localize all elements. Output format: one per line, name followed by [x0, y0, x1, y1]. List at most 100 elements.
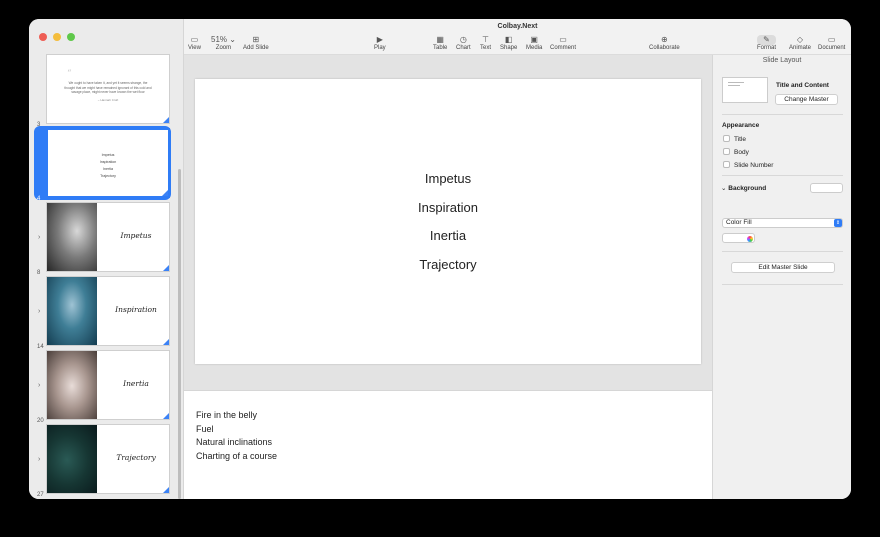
table-label: Table [433, 45, 448, 51]
sketch-image [47, 351, 97, 419]
change-master-button[interactable]: Change Master [775, 94, 838, 105]
slide-thumbnail[interactable]: “ We ought to have taken it, and yet it … [46, 54, 170, 124]
animate-icon: ◇ [796, 35, 804, 44]
thumbnail-script-title: Inspiration [115, 305, 157, 314]
current-slide[interactable]: Impetus Inspiration Inertia Trajectory [195, 79, 701, 364]
zoom-label: Zoom [215, 45, 232, 51]
slide-thumbnail-item[interactable]: “ We ought to have taken it, and yet it … [29, 54, 179, 128]
checkbox-box[interactable] [723, 148, 730, 155]
fill-type-select[interactable]: Color Fill ⇕ [722, 218, 843, 228]
shape-button[interactable]: ◧ Shape [500, 35, 517, 51]
slide-thumbnail[interactable]: Impetus [46, 202, 170, 272]
thumbnail-script-title: Inertia [123, 379, 149, 388]
table-icon: ▦ [436, 35, 444, 44]
document-button[interactable]: ▭ Document [818, 35, 845, 51]
notes-line[interactable]: Charting of a course [196, 450, 277, 464]
toolbar: Colbay.Next ▭ View 51% ⌄ Zoom ⊞ Add Slide ▶… [184, 19, 851, 55]
slide-line[interactable]: Inertia [195, 228, 701, 257]
quote-mark-icon: “ [67, 69, 72, 79]
view-button[interactable]: ▭ View [188, 35, 201, 51]
slide-thumbnail[interactable]: Inspiration [46, 276, 170, 346]
disclosure-chevron-icon[interactable]: › [38, 456, 40, 463]
divider [722, 114, 843, 115]
inspector-header: Slide Layout [762, 57, 802, 64]
color-wheel-icon[interactable] [747, 236, 753, 242]
play-button[interactable]: ▶ Play [374, 35, 386, 51]
disclosure-chevron-icon[interactable]: › [38, 382, 40, 389]
zoom-button[interactable]: 51% ⌄ Zoom [211, 35, 236, 51]
chart-button[interactable]: ◷ Chart [456, 35, 471, 51]
slide-number: 27 [37, 492, 44, 498]
slide-number-checkbox[interactable]: Slide Number [723, 161, 773, 169]
background-color-well[interactable] [810, 183, 843, 193]
notes-line[interactable]: Fire in the belly [196, 409, 277, 423]
disclosure-chevron-icon[interactable]: › [38, 308, 40, 315]
checkbox-label: Slide Number [734, 162, 774, 169]
slide-thumbnail-item[interactable]: Impetus Inspiration Inertia Trajectory 4 [29, 128, 179, 202]
navigator-scrollbar[interactable] [178, 169, 181, 499]
background-heading[interactable]: ⌄ Background [721, 184, 766, 192]
checkbox-box[interactable] [723, 161, 730, 168]
divider [722, 284, 843, 285]
document-icon: ▭ [827, 35, 836, 44]
notes-text[interactable]: Fire in the belly Fuel Natural inclinati… [196, 409, 277, 463]
slide-thumbnail-item[interactable]: › Impetus 8 [29, 202, 179, 276]
notes-line[interactable]: Fuel [196, 423, 277, 437]
slide-thumbnail[interactable]: Trajectory [46, 424, 170, 494]
slide-navigator-sidebar: “ We ought to have taken it, and yet it … [29, 19, 184, 499]
title-checkbox[interactable]: Title [723, 135, 746, 143]
checkbox-box[interactable] [723, 135, 730, 142]
slide-thumbnail-item[interactable]: › Inertia 20 [29, 350, 179, 424]
zoom-window-button[interactable] [67, 33, 75, 41]
notes-line[interactable]: Natural inclinations [196, 436, 277, 450]
slide-thumbnail[interactable]: Inertia [46, 350, 170, 420]
sidebar-view-icon: ▭ [190, 35, 199, 44]
divider [722, 175, 843, 176]
document-label: Document [818, 45, 846, 51]
slide-corner-marker [163, 413, 169, 419]
text-label: Text [480, 45, 492, 51]
edit-master-slide-button[interactable]: Edit Master Slide [731, 262, 835, 273]
slide-canvas: Impetus Inspiration Inertia Trajectory [184, 55, 712, 390]
slide-line[interactable]: Impetus [195, 171, 701, 200]
format-inspector: Slide Layout Title and Content Change Ma… [712, 55, 851, 499]
slide-thumbnail-item[interactable]: › Inspiration 14 [29, 276, 179, 350]
thumbnail-attribution: ~ Hannah Croft [97, 97, 119, 102]
animate-button[interactable]: ◇ Animate [789, 35, 811, 51]
slide-thumbnail-item[interactable]: › Trajectory 27 [29, 424, 179, 498]
thumbnail-line: Impetus [101, 153, 115, 157]
disclosure-chevron-icon[interactable]: › [38, 234, 40, 241]
comment-label: Comment [550, 45, 577, 51]
table-button[interactable]: ▦ Table [433, 35, 447, 51]
format-button[interactable]: ✎ Format [757, 35, 777, 51]
collaborate-icon: ⊕ [660, 35, 668, 44]
add-slide-icon: ⊞ [252, 35, 260, 44]
window-controls [39, 33, 75, 41]
slide-corner-marker [163, 117, 169, 123]
comment-button[interactable]: ▭ Comment [550, 35, 576, 51]
view-label: View [188, 45, 201, 51]
zoom-level: 51% [211, 35, 228, 44]
fill-color-well[interactable] [722, 233, 755, 243]
app-window: “ We ought to have taken it, and yet it … [29, 19, 851, 499]
master-slide-thumbnail[interactable] [722, 77, 768, 103]
slide-thumbnail[interactable]: Impetus Inspiration Inertia Trajectory [46, 128, 170, 198]
background-label: Background [728, 185, 767, 192]
add-slide-label: Add Slide [243, 45, 269, 51]
paintbrush-icon: ✎ [757, 35, 777, 45]
slide-line[interactable]: Trajectory [195, 257, 701, 286]
close-window-button[interactable] [39, 33, 47, 41]
body-checkbox[interactable]: Body [723, 148, 749, 156]
minimize-window-button[interactable] [53, 33, 61, 41]
slide-body-text[interactable]: Impetus Inspiration Inertia Trajectory [195, 171, 701, 285]
appearance-heading: Appearance [722, 122, 760, 129]
media-button[interactable]: ▣ Media [526, 35, 542, 51]
collaborate-button[interactable]: ⊕ Collaborate [649, 35, 680, 51]
add-slide-button[interactable]: ⊞ Add Slide [243, 35, 269, 51]
slide-corner-marker [163, 265, 169, 271]
thumbnail-line: Trajectory [100, 174, 116, 178]
presenter-notes[interactable]: Fire in the belly Fuel Natural inclinati… [184, 390, 712, 499]
text-button[interactable]: ⊤ Text [480, 35, 491, 51]
play-icon: ▶ [376, 35, 383, 44]
slide-line[interactable]: Inspiration [195, 200, 701, 229]
